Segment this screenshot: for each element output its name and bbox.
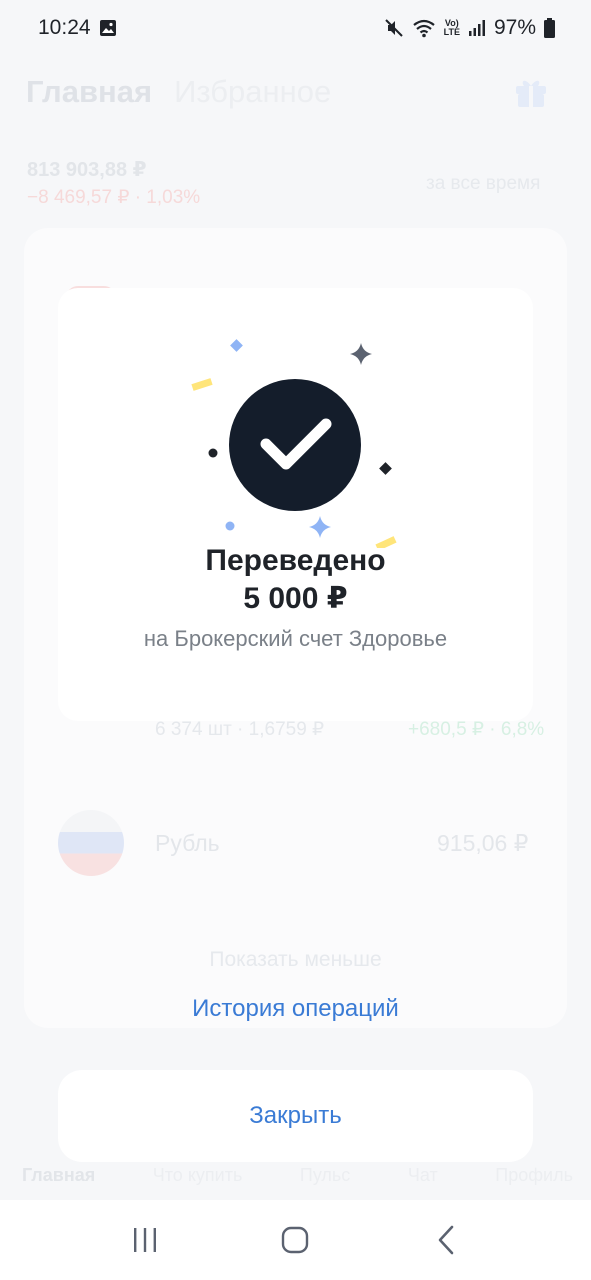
confetti-blue-dot (225, 521, 235, 531)
dialog-title: Переведено (205, 544, 386, 577)
bg-show-less: Показать меньше (209, 948, 382, 971)
confetti-blue-sparkle (309, 516, 331, 538)
russia-flag-icon (58, 810, 124, 876)
bg-asset-quantity: 6 374 шт · 1,6759 ₽ (155, 719, 325, 740)
status-bar: 10:24 Vo) LTE 97% (0, 0, 591, 56)
bg-nav-what-to-buy: Что купить (152, 1165, 243, 1185)
bg-portfolio-total: 813 903,88 ₽ (27, 159, 147, 181)
bg-bottom-nav: Главная Что купить Пульс Чат Профиль (0, 1165, 591, 1186)
recents-icon (134, 1228, 157, 1252)
image-icon (99, 20, 116, 36)
battery-icon (544, 18, 555, 38)
bg-portfolio-change: −8 469,57 ₽ · 1,03% (27, 187, 201, 208)
home-icon (282, 1226, 309, 1254)
recents-button[interactable] (125, 1220, 165, 1260)
wifi-icon (412, 19, 435, 38)
volte-bottom: LTE (443, 27, 460, 37)
operations-history-link[interactable]: История операций (0, 995, 591, 1023)
status-right: Vo) LTE 97% (384, 16, 555, 40)
signal-icon (468, 20, 485, 36)
system-nav-bar (0, 1200, 591, 1280)
bg-tabs: Главная Избранное (26, 74, 331, 110)
bg-ruble-value: 915,06 ₽ (437, 830, 529, 856)
bg-asset-gain: +680,5 ₽ · 6,8% (408, 719, 545, 740)
bg-nav-chat: Чат (407, 1165, 438, 1185)
status-left: 10:24 (38, 16, 117, 40)
bg-nav-profile: Профиль (495, 1165, 573, 1185)
bg-ruble-name: Рубль (155, 830, 220, 856)
bg-tab-favorites: Избранное (174, 74, 332, 109)
confetti-gray-sparkle (350, 343, 372, 365)
confetti-yellow-strip-left (191, 378, 213, 391)
bg-tab-home: Главная (26, 74, 153, 109)
battery-percent: 97% (493, 16, 536, 39)
confetti-dark-diamond (379, 462, 392, 475)
transfer-destination: на Брокерский счет Здоровье (143, 626, 448, 651)
bg-nav-home: Главная (22, 1165, 96, 1185)
mute-icon (384, 19, 403, 37)
transfer-success-dialog: Переведено 5 000 ₽ на Брокерский счет Зд… (58, 288, 533, 721)
checkmark-circle (229, 379, 361, 511)
volte-indicator: Vo) LTE (444, 19, 460, 37)
back-button[interactable] (426, 1220, 466, 1260)
bg-period-selector: за все время (426, 173, 541, 194)
close-button[interactable]: Закрыть (58, 1070, 533, 1162)
status-time: 10:24 (38, 16, 91, 39)
back-icon (438, 1225, 454, 1255)
gift-icon (516, 80, 546, 107)
success-illustration (191, 339, 397, 548)
confetti-blue-diamond (230, 339, 243, 352)
transfer-amount: 5 000 ₽ (243, 582, 348, 615)
confetti-dark-dot (208, 448, 218, 458)
bg-nav-pulse: Пульс (299, 1165, 351, 1185)
home-button[interactable] (275, 1220, 315, 1260)
